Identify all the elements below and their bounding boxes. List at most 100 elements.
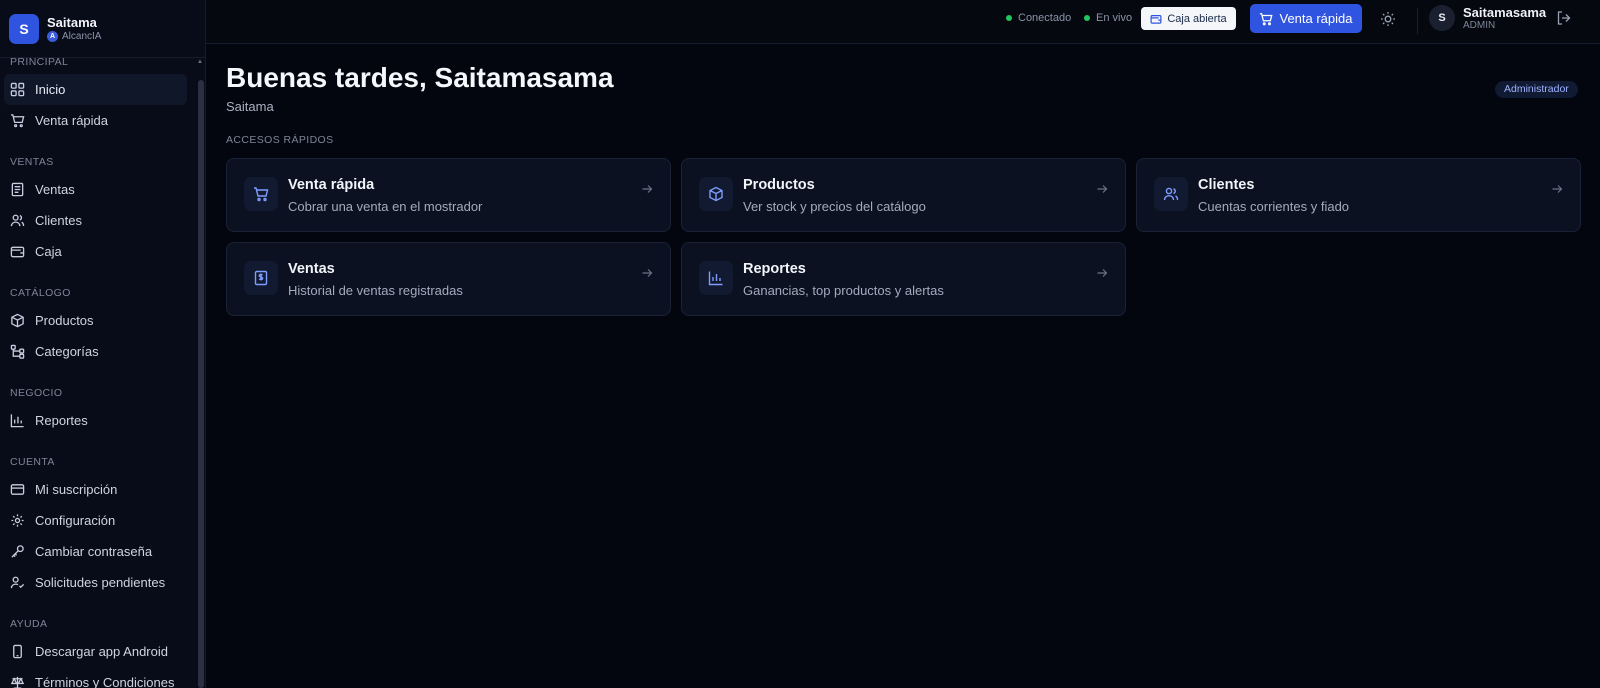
card-icon-wrap (244, 177, 278, 211)
quick-card-clientes[interactable]: Clientes Cuentas corrientes y fiado (1136, 158, 1581, 232)
package-icon (11, 313, 24, 328)
nav-section-catalogo: CATÁLOGO (10, 287, 71, 299)
sidebar-item-solicitudes-pendientes[interactable]: Solicitudes pendientes (4, 567, 187, 598)
brand-text: Saitama A AlcancIA (47, 15, 101, 42)
receipt-icon (254, 270, 268, 286)
logout-icon[interactable] (1556, 10, 1572, 26)
credit-card-icon (10, 484, 25, 495)
package-icon (709, 186, 723, 202)
sidebar-item-inicio[interactable]: Inicio (4, 74, 187, 105)
sidebar-item-reportes[interactable]: Reportes (4, 405, 187, 436)
nav-section-ayuda: AYUDA (10, 618, 48, 630)
status-dot-icon (1084, 15, 1090, 21)
avatar[interactable]: S (1429, 5, 1455, 31)
users-icon (10, 214, 25, 227)
sidebar-nav: PRINCIPAL Inicio Venta rápida VENTAS Ven… (0, 54, 195, 688)
cart-icon (10, 114, 25, 128)
bar-chart-icon (708, 271, 723, 286)
status-live-label: En vivo (1096, 12, 1133, 24)
user-role: ADMIN (1463, 20, 1496, 31)
sidebar-item-label: Términos y Condiciones (35, 675, 175, 688)
bar-chart-icon (10, 414, 24, 428)
card-title: Productos (743, 177, 815, 193)
topbar: Conectado En vivo Caja abierta Venta ráp… (206, 0, 1600, 44)
nav-section-ventas: VENTAS (10, 156, 54, 168)
sidebar-item-label: Descargar app Android (35, 644, 168, 659)
nav-section-cuenta: CUENTA (10, 456, 55, 468)
role-badge: Administrador (1495, 81, 1578, 98)
cart-icon (1260, 12, 1274, 25)
quick-access-label: ACCESOS RÁPIDOS (226, 134, 334, 146)
user-name: Saitamasama (1463, 5, 1547, 20)
status-connected-label: Conectado (1018, 12, 1072, 24)
quick-card-reportes[interactable]: Reportes Ganancias, top productos y aler… (681, 242, 1126, 316)
card-icon-wrap (244, 261, 278, 295)
brand-header[interactable]: S Saitama A AlcancIA (0, 0, 205, 58)
sidebar-item-configuracion[interactable]: Configuración (4, 505, 187, 536)
sidebar-item-label: Clientes (35, 213, 82, 228)
card-desc: Ver stock y precios del catálogo (743, 199, 926, 214)
alcancia-logo-icon: A (47, 31, 58, 42)
card-icon-wrap (699, 177, 733, 211)
sidebar-item-label: Venta rápida (35, 113, 109, 128)
wallet-icon (1150, 14, 1162, 24)
business-name: Saitama (226, 99, 274, 114)
tree-icon (10, 344, 25, 359)
status-dot-icon (1006, 15, 1012, 21)
arrow-right-icon (1097, 269, 1108, 277)
sidebar-item-categorias[interactable]: Categorías (4, 336, 187, 367)
cart-icon (254, 187, 269, 202)
sidebar-item-label: Ventas (35, 182, 75, 197)
sidebar-item-ventas[interactable]: Ventas (4, 174, 187, 205)
sidebar-item-terminos[interactable]: Términos y Condiciones (4, 667, 187, 688)
card-title: Reportes (743, 261, 806, 277)
card-desc: Ganancias, top productos y alertas (743, 283, 944, 298)
caja-abierta-label: Caja abierta (1167, 12, 1227, 25)
nav-section-principal: PRINCIPAL (10, 56, 69, 68)
card-desc: Cuentas corrientes y fiado (1198, 199, 1350, 214)
sidebar-item-descargar-app[interactable]: Descargar app Android (4, 636, 187, 667)
brand-sub-label: AlcancIA (62, 31, 102, 42)
grid-icon (10, 82, 25, 97)
sidebar-item-label: Mi suscripción (35, 482, 118, 497)
gear-icon (11, 514, 24, 527)
quick-card-venta-rapida[interactable]: Venta rápida Cobrar una venta en el most… (226, 158, 671, 232)
user-clock-icon (10, 576, 25, 589)
sidebar-item-mi-suscripcion[interactable]: Mi suscripción (4, 474, 187, 505)
card-icon-wrap (699, 261, 733, 295)
sidebar-item-cambiar-contrasena[interactable]: Cambiar contraseña (4, 536, 187, 567)
card-desc: Cobrar una venta en el mostrador (288, 199, 483, 214)
card-title: Ventas (288, 261, 335, 277)
phone-icon (13, 644, 22, 659)
card-icon-wrap (1154, 177, 1188, 211)
scroll-up-arrow-icon[interactable]: ▲ (197, 59, 203, 65)
arrow-right-icon (1552, 185, 1563, 193)
arrow-right-icon (642, 185, 653, 193)
sidebar-item-caja[interactable]: Caja (4, 236, 187, 267)
arrow-right-icon (1097, 185, 1108, 193)
receipt-icon (11, 182, 24, 197)
status-live: En vivo (1084, 12, 1132, 24)
sun-icon[interactable] (1380, 11, 1396, 27)
sidebar-item-label: Categorías (35, 344, 99, 359)
status-connected: Conectado (1006, 12, 1071, 24)
sidebar-item-clientes[interactable]: Clientes (4, 205, 187, 236)
card-title: Clientes (1198, 177, 1255, 193)
sidebar-item-label: Configuración (35, 513, 116, 528)
sidebar-scrollbar-thumb[interactable] (198, 80, 204, 688)
sidebar-item-venta-rapida[interactable]: Venta rápida (4, 105, 187, 136)
sidebar-item-productos[interactable]: Productos (4, 305, 187, 336)
caja-abierta-button[interactable]: Caja abierta (1141, 7, 1236, 30)
brand-logo: S (9, 13, 39, 44)
card-title: Venta rápida (288, 177, 375, 193)
arrow-right-icon (642, 269, 653, 277)
key-icon (11, 545, 24, 558)
venta-rapida-button[interactable]: Venta rápida (1250, 4, 1362, 33)
sidebar-item-label: Caja (35, 244, 62, 259)
quick-card-productos[interactable]: Productos Ver stock y precios del catálo… (681, 158, 1126, 232)
card-desc: Historial de ventas registradas (288, 283, 463, 298)
sidebar-item-label: Inicio (35, 82, 66, 97)
quick-card-ventas[interactable]: Ventas Historial de ventas registradas (226, 242, 671, 316)
scale-icon (10, 676, 25, 688)
brand-name: Saitama (47, 15, 97, 30)
